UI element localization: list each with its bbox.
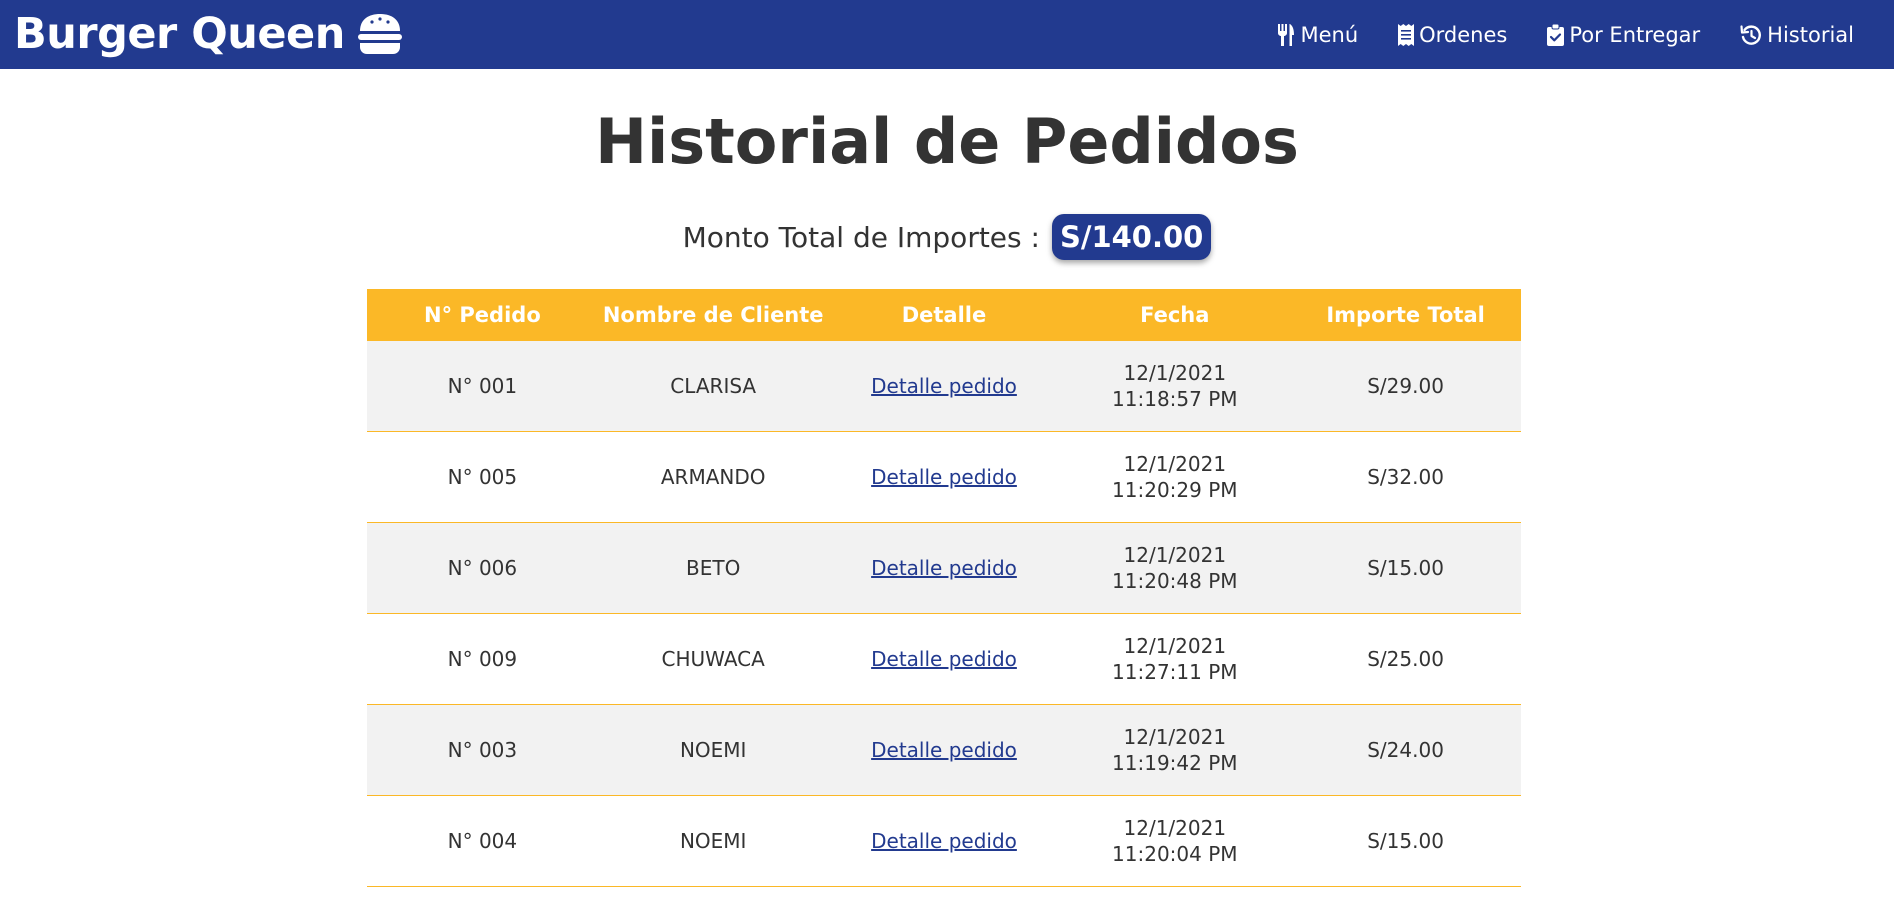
cell-cliente: BETO — [597, 522, 829, 614]
utensils-icon — [1277, 23, 1295, 46]
cell-importe: S/15.00 — [1290, 522, 1521, 614]
fecha-text: 12/1/2021 11:20:29 PM — [1112, 452, 1238, 502]
detalle-pedido-link[interactable]: Detalle pedido — [871, 647, 1017, 671]
cell-detalle: Detalle pedido — [828, 795, 1060, 887]
cell-detalle: Detalle pedido — [828, 431, 1060, 523]
table-row: N° 009 CHUWACA Detalle pedido 12/1/2021 … — [367, 613, 1521, 705]
cell-cliente: NOEMI — [597, 795, 829, 887]
cell-pedido: N° 004 — [367, 795, 598, 887]
history-icon — [1740, 24, 1762, 46]
table-row: N° 004 NOEMI Detalle pedido 12/1/2021 11… — [367, 795, 1521, 887]
table-row: N° 006 BETO Detalle pedido 12/1/2021 11:… — [367, 522, 1521, 614]
cell-pedido: N° 003 — [367, 704, 598, 796]
nav-menu-label: Menú — [1300, 22, 1359, 47]
table-header-row: N° Pedido Nombre de Cliente Detalle Fech… — [367, 289, 1521, 341]
cell-fecha: 12/1/2021 11:20:48 PM — [1059, 522, 1291, 614]
brand-logo[interactable]: Burger Queen — [14, 6, 403, 62]
nav-menu[interactable]: Menú — [1277, 23, 1358, 47]
table-row: N° 003 NOEMI Detalle pedido 12/1/2021 11… — [367, 704, 1521, 796]
cell-importe: S/15.00 — [1290, 795, 1521, 887]
table-row: N° 005 ARMANDO Detalle pedido 12/1/2021 … — [367, 431, 1521, 523]
table-header: N° Pedido Nombre de Cliente Detalle Fech… — [367, 289, 1521, 341]
cell-pedido: N° 005 — [367, 431, 598, 523]
nav-historial[interactable]: Historial — [1740, 23, 1854, 47]
receipt-icon — [1398, 23, 1415, 46]
cell-pedido: N° 001 — [367, 341, 598, 432]
cell-fecha: 12/1/2021 11:18:57 PM — [1059, 341, 1291, 432]
cell-fecha: 12/1/2021 11:19:42 PM — [1059, 704, 1291, 796]
detalle-pedido-link[interactable]: Detalle pedido — [871, 556, 1017, 580]
fecha-text: 12/1/2021 11:19:42 PM — [1112, 725, 1238, 775]
cell-importe: S/24.00 — [1290, 704, 1521, 796]
detalle-pedido-link[interactable]: Detalle pedido — [871, 465, 1017, 489]
burger-icon — [357, 13, 403, 55]
fecha-text: 12/1/2021 11:18:57 PM — [1112, 361, 1238, 411]
cell-detalle: Detalle pedido — [828, 341, 1060, 432]
detalle-pedido-link[interactable]: Detalle pedido — [871, 374, 1017, 398]
cell-detalle: Detalle pedido — [828, 613, 1060, 705]
nav-historial-label: Historial — [1767, 22, 1854, 47]
total-label: Monto Total de Importes : — [682, 220, 1040, 254]
detalle-pedido-link[interactable]: Detalle pedido — [871, 738, 1017, 762]
total-summary: Monto Total de Importes : S/140.00 — [0, 214, 1894, 260]
cell-detalle: Detalle pedido — [828, 522, 1060, 614]
table-row: N° 001 CLARISA Detalle pedido 12/1/2021 … — [367, 341, 1521, 432]
fecha-text: 12/1/2021 11:20:04 PM — [1112, 816, 1238, 866]
clipboard-check-icon — [1547, 23, 1565, 46]
cell-fecha: 12/1/2021 11:20:04 PM — [1059, 795, 1291, 887]
cell-importe: S/29.00 — [1290, 341, 1521, 432]
page-title: Historial de Pedidos — [595, 105, 1299, 178]
fecha-text: 12/1/2021 11:20:48 PM — [1112, 543, 1238, 593]
header-pedido: N° Pedido — [367, 289, 598, 341]
header-fecha: Fecha — [1059, 289, 1291, 341]
detalle-pedido-link[interactable]: Detalle pedido — [871, 829, 1017, 853]
cell-cliente: CHUWACA — [597, 613, 829, 705]
cell-pedido: N° 009 — [367, 613, 598, 705]
cell-fecha: 12/1/2021 11:20:29 PM — [1059, 431, 1291, 523]
nav-por-entregar[interactable]: Por Entregar — [1547, 23, 1700, 47]
nav-ordenes[interactable]: Ordenes — [1398, 23, 1507, 47]
table-body: N° 001 CLARISA Detalle pedido 12/1/2021 … — [367, 341, 1521, 887]
cell-importe: S/25.00 — [1290, 613, 1521, 705]
orders-table: N° Pedido Nombre de Cliente Detalle Fech… — [367, 289, 1521, 887]
top-navbar: Burger Queen Menú Ordenes Por Entregar H… — [0, 0, 1894, 69]
header-detalle: Detalle — [828, 289, 1060, 341]
cell-importe: S/32.00 — [1290, 431, 1521, 523]
cell-detalle: Detalle pedido — [828, 704, 1060, 796]
nav-por-entregar-label: Por Entregar — [1569, 22, 1701, 47]
cell-cliente: NOEMI — [597, 704, 829, 796]
header-cliente: Nombre de Cliente — [597, 289, 829, 341]
total-badge: S/140.00 — [1051, 214, 1212, 260]
cell-cliente: CLARISA — [597, 341, 829, 432]
cell-fecha: 12/1/2021 11:27:11 PM — [1059, 613, 1291, 705]
fecha-text: 12/1/2021 11:27:11 PM — [1112, 634, 1238, 684]
cell-cliente: ARMANDO — [597, 431, 829, 523]
cell-pedido: N° 006 — [367, 522, 598, 614]
brand-name: Burger Queen — [14, 9, 345, 59]
main-nav: Menú Ordenes Por Entregar Historial — [1277, 0, 1854, 69]
header-importe: Importe Total — [1290, 289, 1521, 341]
nav-ordenes-label: Ordenes — [1419, 22, 1508, 47]
